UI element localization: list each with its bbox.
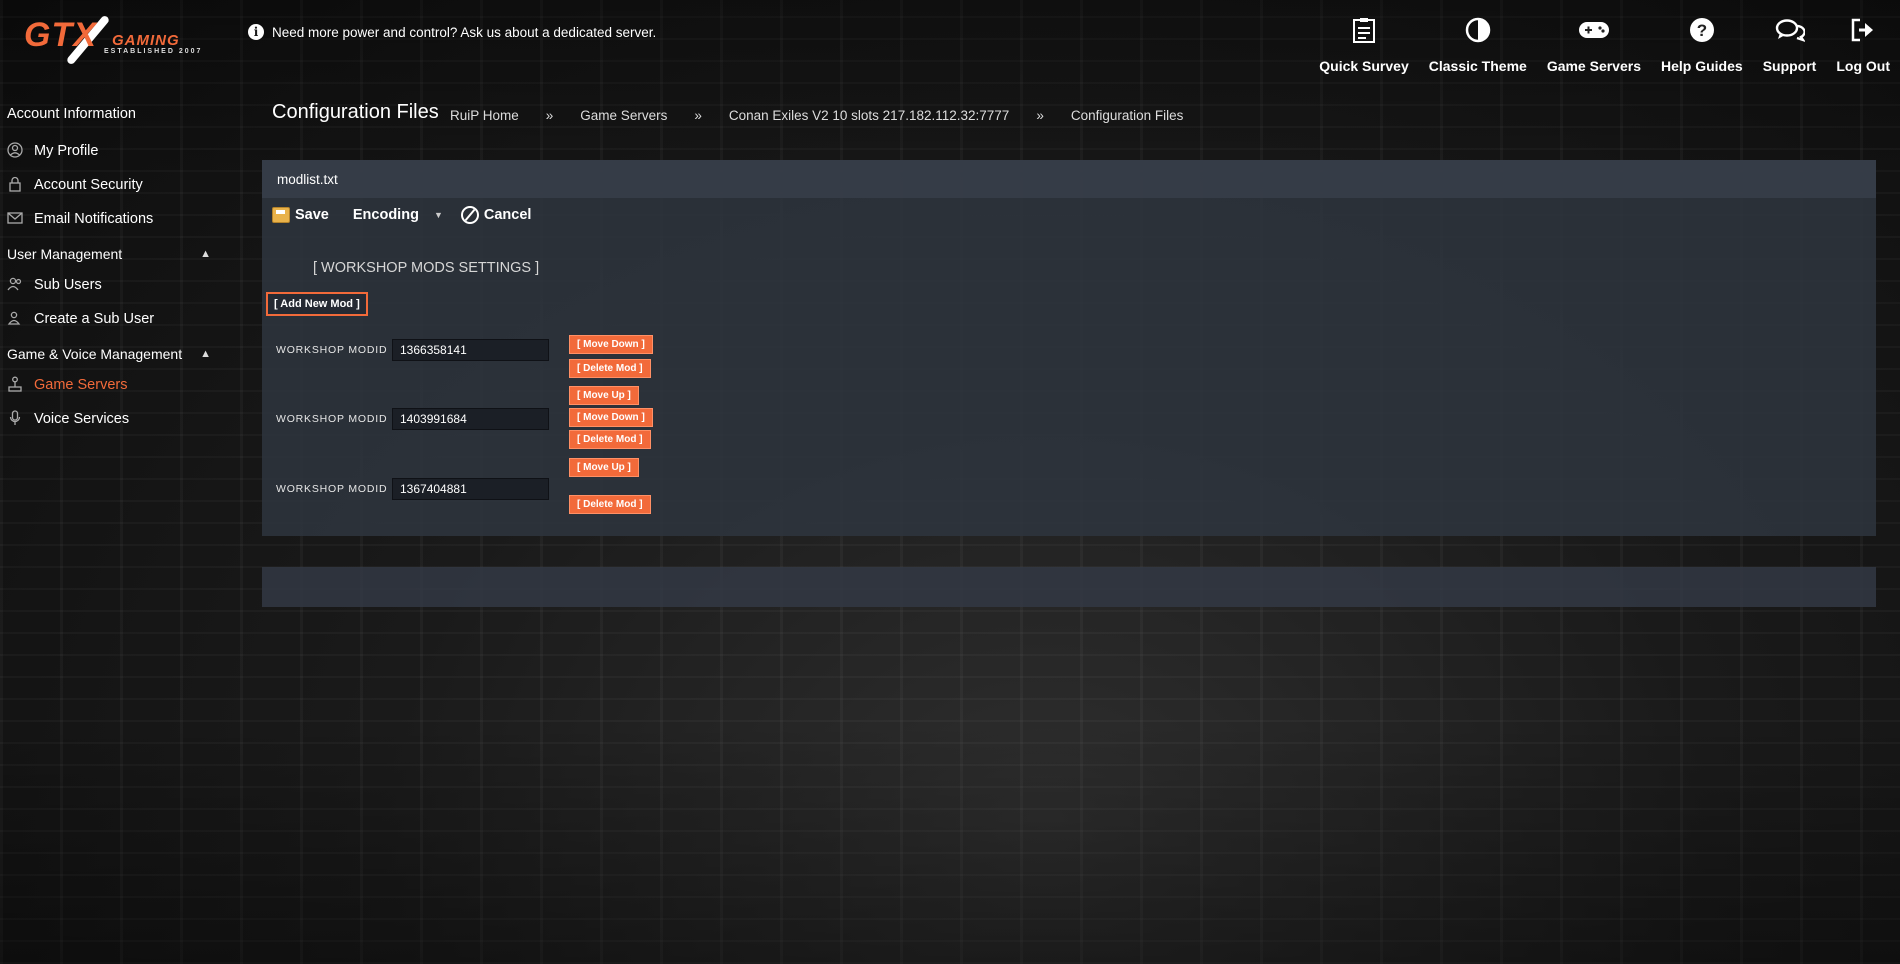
- breadcrumb-server[interactable]: Conan Exiles V2 10 slots 217.182.112.32:…: [729, 108, 1009, 123]
- dedicated-server-notice: i Need more power and control? Ask us ab…: [248, 24, 656, 40]
- breadcrumb-separator: »: [694, 108, 702, 123]
- caret-down-icon: ▼: [433, 210, 443, 220]
- mod-label: WORKSHOP MODID: [276, 483, 388, 495]
- sidebar-item-my-profile[interactable]: My Profile: [0, 134, 228, 168]
- gamepad-icon: [1578, 14, 1610, 46]
- nav-label: Help Guides: [1661, 58, 1743, 74]
- save-button[interactable]: Save: [272, 207, 329, 223]
- svg-text:?: ?: [1697, 21, 1707, 40]
- move-down-button[interactable]: [ Move Down ]: [569, 335, 653, 354]
- sidebar-item-create-sub-user[interactable]: Create a Sub User: [0, 302, 228, 336]
- sidebar-item-voice-services[interactable]: Voice Services: [0, 402, 228, 436]
- add-new-mod-button[interactable]: [ Add New Mod ]: [266, 292, 368, 316]
- add-user-icon: [6, 311, 24, 328]
- mod-label: WORKSHOP MODID: [276, 413, 388, 425]
- lock-icon: [6, 176, 24, 195]
- nav-quick-survey[interactable]: Quick Survey: [1309, 14, 1419, 74]
- mod-id-input[interactable]: [392, 408, 549, 430]
- editor-toolbar: Save Encoding ▼ Cancel: [272, 206, 531, 224]
- clipboard-icon: [1352, 14, 1376, 46]
- sidebar-heading-label: Game & Voice Management: [7, 346, 183, 362]
- nav-label: Classic Theme: [1428, 58, 1527, 74]
- move-down-button[interactable]: [ Move Down ]: [569, 408, 653, 427]
- nav-help-guides[interactable]: ? Help Guides: [1651, 14, 1753, 74]
- delete-mod-button[interactable]: [ Delete Mod ]: [569, 430, 651, 449]
- sidebar-item-sub-users[interactable]: Sub Users: [0, 268, 228, 302]
- nav-classic-theme[interactable]: Classic Theme: [1419, 14, 1537, 74]
- breadcrumb-separator: »: [545, 108, 554, 123]
- sidebar-heading-label: User Management: [7, 246, 123, 262]
- nav-label: Support: [1762, 58, 1817, 74]
- breadcrumb-home[interactable]: RuiP Home: [450, 108, 519, 123]
- mod-label: WORKSHOP MODID: [276, 344, 388, 356]
- sidebar-item-label: Sub Users: [34, 277, 102, 293]
- delete-mod-button[interactable]: [ Delete Mod ]: [569, 495, 651, 514]
- sidebar-heading-user-management[interactable]: User Management ▲: [0, 240, 228, 268]
- users-icon: [6, 277, 24, 294]
- nav-support[interactable]: Support: [1753, 14, 1827, 74]
- breadcrumb-current: Configuration Files: [1070, 108, 1184, 123]
- notice-text: Need more power and control? Ask us abou…: [272, 24, 657, 40]
- file-name: modlist.txt: [277, 171, 338, 187]
- sidebar-item-label: Create a Sub User: [34, 311, 155, 327]
- logout-icon: [1850, 14, 1876, 46]
- footer-bar: [262, 567, 1876, 607]
- nav-label: Log Out: [1836, 58, 1890, 74]
- contrast-icon: [1465, 14, 1491, 46]
- sidebar: Account Information My Profile Account S…: [0, 100, 228, 436]
- section-title: [ WORKSHOP MODS SETTINGS ]: [313, 260, 540, 276]
- question-icon: ?: [1689, 14, 1715, 46]
- encoding-dropdown[interactable]: Encoding ▼: [353, 207, 443, 223]
- sidebar-heading-account: Account Information: [7, 106, 136, 122]
- nav-log-out[interactable]: Log Out: [1826, 14, 1900, 74]
- cancel-label: Cancel: [483, 207, 532, 223]
- encoding-label: Encoding: [352, 207, 419, 223]
- chat-icon: [1775, 14, 1805, 46]
- sidebar-item-account-security[interactable]: Account Security: [0, 168, 228, 202]
- save-icon: [272, 207, 290, 223]
- top-navigation: Quick Survey Classic Theme Game Servers …: [1309, 14, 1900, 74]
- sidebar-item-game-servers[interactable]: Game Servers: [0, 368, 228, 402]
- mod-id-input[interactable]: [392, 478, 549, 500]
- logo-main-text: GTX: [24, 16, 97, 54]
- microphone-icon: [6, 409, 24, 429]
- sidebar-item-label: Account Security: [34, 177, 143, 193]
- logo-tagline: ESTABLISHED 2007: [104, 48, 203, 55]
- move-up-button[interactable]: [ Move Up ]: [569, 386, 639, 405]
- chevron-up-icon: ▲: [200, 348, 211, 360]
- nav-game-servers[interactable]: Game Servers: [1537, 14, 1651, 74]
- sidebar-heading-game-voice[interactable]: Game & Voice Management ▲: [0, 340, 228, 368]
- mod-id-input[interactable]: [392, 339, 549, 361]
- gtx-gaming-logo[interactable]: GTX GAMING ESTABLISHED 2007: [24, 12, 204, 66]
- profile-icon: [6, 141, 24, 161]
- page-title: Configuration Files: [272, 101, 439, 123]
- config-editor-panel: modlist.txt Save Encoding ▼ Cancel [ WOR…: [262, 160, 1876, 536]
- save-label: Save: [295, 207, 329, 223]
- cancel-icon: [460, 206, 479, 224]
- chevron-up-icon: ▲: [200, 248, 211, 260]
- breadcrumb-game-servers[interactable]: Game Servers: [580, 108, 667, 123]
- sidebar-item-label: Voice Services: [34, 411, 130, 427]
- logo-sub-text: GAMING: [112, 32, 180, 49]
- sidebar-item-label: Email Notifications: [34, 211, 154, 227]
- sidebar-item-email-notifications[interactable]: Email Notifications: [0, 202, 228, 236]
- file-tab[interactable]: modlist.txt: [262, 160, 1876, 198]
- nav-label: Game Servers: [1546, 58, 1641, 74]
- joystick-icon: [6, 376, 24, 395]
- sidebar-item-label: Game Servers: [34, 377, 128, 393]
- sidebar-item-label: My Profile: [34, 143, 99, 159]
- breadcrumb-separator: »: [1036, 108, 1044, 123]
- breadcrumb: RuiP Home » Game Servers » Conan Exiles …: [450, 108, 1183, 123]
- info-icon: i: [248, 24, 264, 40]
- move-up-button[interactable]: [ Move Up ]: [569, 458, 639, 477]
- envelope-icon: [6, 211, 24, 227]
- delete-mod-button[interactable]: [ Delete Mod ]: [569, 359, 651, 378]
- cancel-button[interactable]: Cancel: [460, 206, 532, 224]
- nav-label: Quick Survey: [1319, 58, 1409, 74]
